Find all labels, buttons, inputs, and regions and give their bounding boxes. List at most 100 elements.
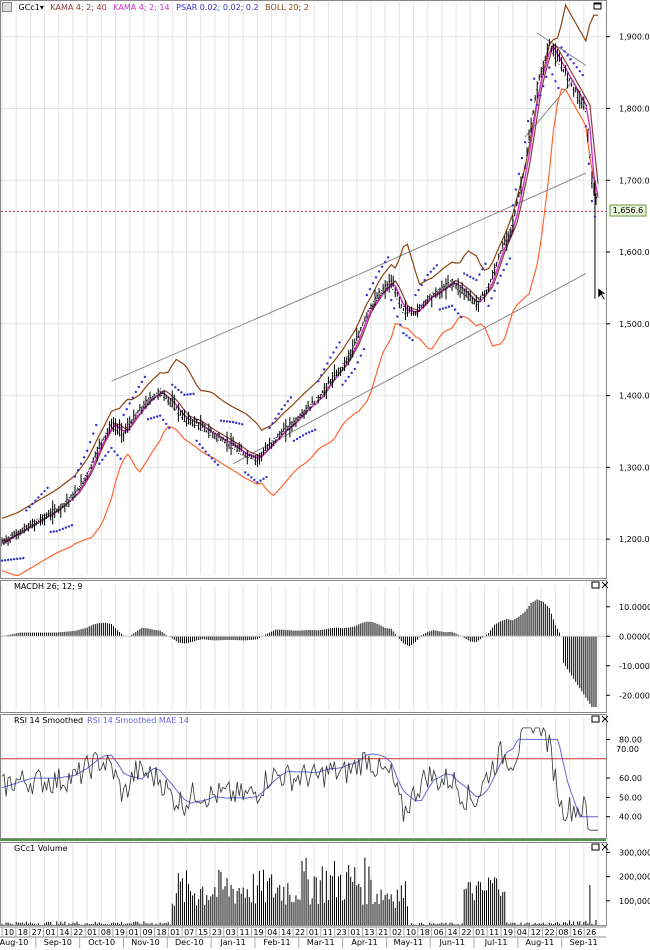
psar-dot (386, 256, 390, 259)
x-day-label: 09 (143, 928, 153, 937)
x-month-label: Jul-11 (484, 938, 508, 947)
psar-dot (283, 404, 286, 407)
psar-dot (350, 371, 353, 375)
legend-kama40[interactable]: KAMA 4; 2; 40 (50, 3, 106, 12)
psar-dot (450, 304, 454, 308)
x-day-label: 22 (544, 928, 554, 937)
psar-dot (505, 263, 508, 266)
psar-dot (207, 453, 210, 457)
psar-dot (472, 277, 475, 280)
x-day-label: 08 (101, 928, 111, 937)
psar-dot (542, 85, 545, 88)
psar-dot (180, 391, 183, 394)
psar-dot (438, 308, 442, 311)
x-month-label: Feb-11 (263, 938, 290, 947)
psar-dot (298, 435, 302, 439)
psar-dot (420, 283, 423, 287)
psar-dot (210, 457, 214, 460)
psar-dot (569, 58, 572, 61)
psar-dot (168, 426, 171, 430)
psar-dot (374, 276, 378, 279)
symbol-label[interactable]: GCc1 (19, 3, 40, 12)
x-day-label: 14 (281, 928, 291, 937)
psar-dot (551, 73, 554, 76)
psar-dot (6, 558, 10, 562)
psar-dot (344, 379, 347, 383)
x-day-label: 22 (295, 928, 305, 937)
psar-dot (149, 417, 153, 420)
x-day-label: 18 (420, 928, 430, 937)
psar-dot (566, 54, 569, 57)
legend-kama14[interactable]: KAMA 4; 2; 14 (113, 3, 169, 12)
psar-dot (204, 450, 207, 453)
psar-dot (481, 268, 484, 271)
chart-canvas: 1,900.000 1,800.000 1,700.000 1,600.000 1,50… (0, 0, 650, 948)
psar-dot (31, 502, 34, 506)
psar-dot (256, 481, 259, 484)
psar-dot (70, 524, 74, 527)
symbol-icon (2, 2, 12, 12)
y-tick-label: 10.00000 (619, 603, 650, 612)
x-day-label: 12 (531, 928, 541, 937)
psar-dot (268, 426, 271, 430)
psar-dot (529, 98, 533, 102)
macd-title[interactable]: MACDH 26; 12; 9 (14, 582, 86, 591)
psar-dot (280, 408, 283, 411)
psar-dot (405, 334, 408, 337)
psar-dot (107, 450, 110, 454)
psar-dot (593, 215, 597, 219)
psar-dot (286, 400, 290, 403)
legend-psar[interactable]: PSAR 0.02; 0.02; 0.2 (176, 3, 258, 12)
psar-dot (341, 383, 344, 387)
psar-dot (511, 204, 515, 207)
x-day-label: 08 (558, 928, 568, 937)
y-tick-label: 200,000 (619, 873, 650, 882)
x-day-label: 19 (503, 928, 513, 937)
psar-dot (314, 428, 317, 432)
psar-dot (274, 417, 277, 420)
psar-dot (411, 338, 414, 342)
y-axis-labels: 1,900.000 1,800.000 1,700.000 1,600.000 1,50… (606, 33, 650, 906)
psar-dot (514, 188, 518, 191)
rsi-title[interactable]: RSI 14 Smoothed RSI 14 Smoothed MAE 14 (14, 716, 193, 725)
y-tick-label: 1,600.000 (619, 248, 650, 257)
volume-title[interactable]: GCc1 Volume (14, 844, 72, 853)
x-day-label: 22 (461, 928, 471, 937)
psar-dot (484, 262, 487, 266)
psar-dot (49, 530, 52, 534)
psar-dot (584, 125, 588, 128)
psar-dot (34, 499, 37, 502)
psar-dot (183, 393, 186, 397)
x-day-label: 01 (45, 928, 55, 937)
x-day-label: 18 (18, 928, 28, 937)
psar-dot (225, 420, 229, 423)
x-day-label: 10 (4, 928, 14, 937)
psar-dot (128, 402, 131, 405)
psar-dot (64, 526, 68, 529)
psar-dot (329, 356, 332, 359)
psar-dot (396, 315, 399, 318)
x-day-label: 11 (489, 928, 499, 937)
psar-dot (19, 557, 22, 560)
psar-dot (186, 393, 189, 396)
psar-dot (417, 288, 420, 292)
psar-dot (496, 282, 499, 285)
psar-dot (414, 293, 417, 297)
x-day-label: 07 (184, 928, 194, 937)
psar-dot (323, 368, 326, 371)
psar-dot (0, 559, 4, 562)
x-day-label: 15 (198, 928, 208, 937)
psar-dot (46, 486, 49, 489)
y-tick-label: 1,500.000 (619, 320, 650, 329)
psar-dot (408, 336, 411, 339)
x-day-label: 26 (586, 928, 596, 937)
psar-dot (85, 449, 89, 453)
x-day-label: 11 (240, 928, 250, 937)
psar-dot (469, 275, 472, 278)
psar-dot (222, 419, 226, 423)
x-month-label: Jan-11 (219, 938, 245, 947)
legend-boll[interactable]: BOLL 20; 2 (265, 3, 309, 12)
x-day-label: 04 (267, 928, 277, 937)
psar-dot (478, 273, 481, 276)
psar-dot (137, 385, 141, 389)
